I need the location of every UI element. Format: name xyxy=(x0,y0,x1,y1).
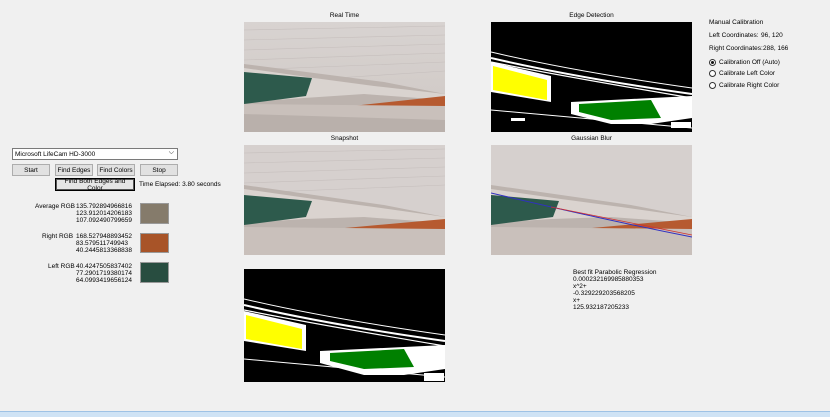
snapshot-image xyxy=(244,145,445,255)
regression-title: Best fit Parabolic Regression xyxy=(573,269,657,276)
left-coords-label: Left Coordinates: xyxy=(709,32,759,39)
right-rgb-b: 40.2445813368838 xyxy=(76,247,133,254)
average-rgb-r: 135.792894966816 xyxy=(76,203,133,210)
right-rgb-label: Right RGB xyxy=(42,233,74,240)
calibration-title: Manual Calibration xyxy=(709,19,764,26)
left-color-swatch xyxy=(140,262,169,283)
camera-select[interactable]: Microsoft LifeCam HD-3000 ⌵ xyxy=(12,148,178,160)
gaussian-blur-image xyxy=(491,145,692,255)
left-rgb-b: 64.0993419656124 xyxy=(76,277,133,284)
left-rgb-label: Left RGB xyxy=(48,263,75,270)
real-time-image xyxy=(244,22,445,132)
edge-detection-title: Edge Detection xyxy=(569,12,614,19)
window-bottom-border xyxy=(0,411,830,417)
right-coords-value: 288, 166 xyxy=(763,45,789,52)
start-button[interactable]: Start xyxy=(12,164,50,176)
calibration-off-radio[interactable] xyxy=(709,59,716,66)
calibrate-left-label[interactable]: Calibrate Left Color xyxy=(719,70,775,77)
calibrate-left-radio[interactable] xyxy=(709,70,716,77)
find-colors-button[interactable]: Find Colors xyxy=(97,164,135,176)
calibration-off-label[interactable]: Calibration Off (Auto) xyxy=(719,59,780,66)
regression-line-2: x^2+ xyxy=(573,283,587,290)
chevron-down-icon: ⌵ xyxy=(168,149,174,156)
gaussian-blur-title: Gaussian Blur xyxy=(571,135,612,142)
right-rgb-g: 83.579511749943 xyxy=(76,240,128,247)
regression-line-3: -0.329229203568205 xyxy=(573,290,635,297)
regression-line-5: 125.932187205233 xyxy=(573,304,630,311)
camera-select-value: Microsoft LifeCam HD-3000 xyxy=(15,150,96,158)
left-rgb-g: 77.2901719380174 xyxy=(76,270,133,277)
regression-line-1: 0.000232169985880353 xyxy=(573,276,644,283)
calibrate-right-label[interactable]: Calibrate Right Color xyxy=(719,82,779,89)
find-both-button[interactable]: Find Both Edges and Color xyxy=(55,178,135,192)
find-edges-button[interactable]: Find Edges xyxy=(55,164,93,176)
average-rgb-b: 107.092490799659 xyxy=(76,217,133,224)
right-rgb-r: 168.527948893452 xyxy=(76,233,133,240)
processed-image xyxy=(244,269,445,382)
average-rgb-g: 123.912014206183 xyxy=(76,210,133,217)
right-color-swatch xyxy=(140,233,169,253)
stop-button[interactable]: Stop xyxy=(140,164,178,176)
left-rgb-r: 40.4247505837402 xyxy=(76,263,133,270)
time-elapsed-label: Time Elapsed: 3.80 seconds xyxy=(139,181,221,188)
calibrate-right-radio[interactable] xyxy=(709,82,716,89)
real-time-title: Real Time xyxy=(329,12,360,19)
average-rgb-label: Average RGB xyxy=(35,203,75,210)
average-color-swatch xyxy=(140,203,169,224)
edge-detection-image xyxy=(491,22,692,132)
right-coords-label: Right Coordinates: xyxy=(709,45,763,52)
left-coords-value: 96, 120 xyxy=(761,32,783,39)
snapshot-title: Snapshot xyxy=(330,135,359,142)
regression-line-4: x+ xyxy=(573,297,581,304)
